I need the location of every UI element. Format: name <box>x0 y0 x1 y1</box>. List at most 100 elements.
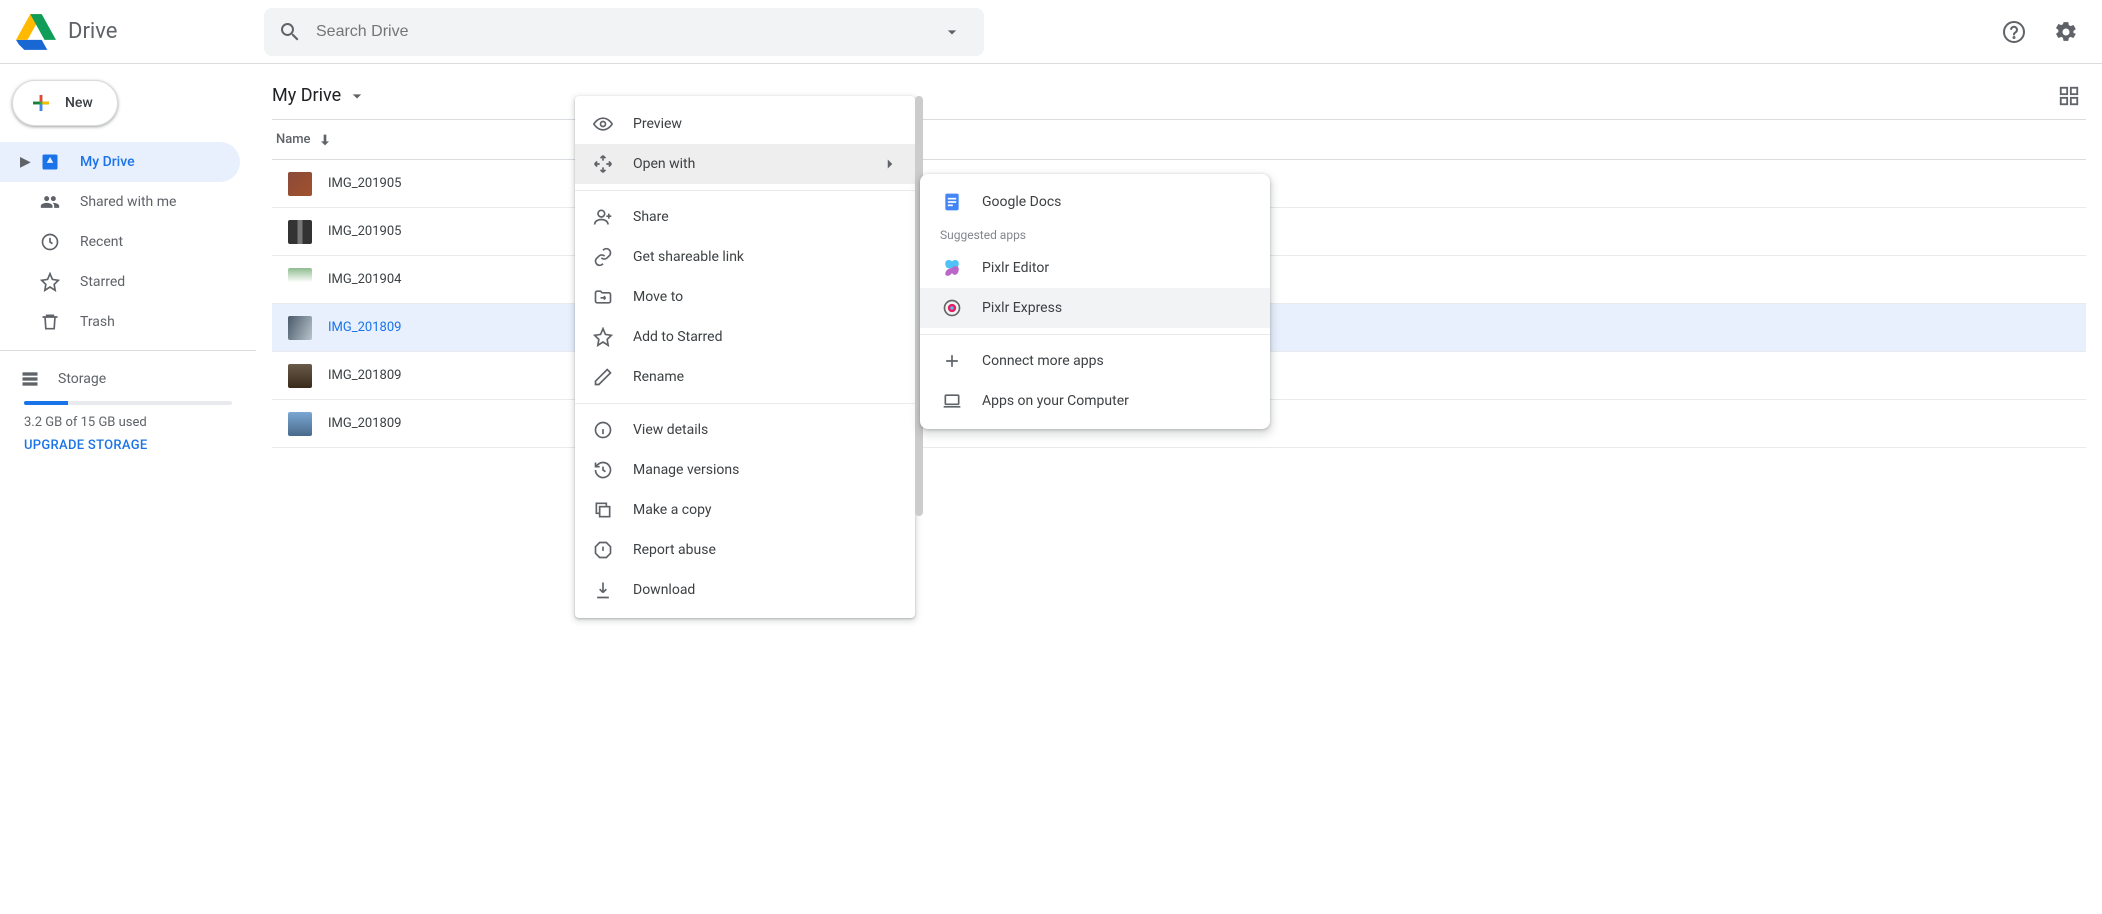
download-icon <box>591 580 615 600</box>
column-name-label: Name <box>276 132 311 147</box>
ctx-label: Download <box>633 582 695 598</box>
ctx-manage-versions[interactable]: Manage versions <box>575 450 915 490</box>
submenu-label: Apps on your Computer <box>982 393 1129 409</box>
storage-fill <box>24 401 68 405</box>
ctx-report-abuse[interactable]: Report abuse <box>575 530 915 570</box>
breadcrumb-bar: My Drive <box>272 72 2086 120</box>
ctx-move-to[interactable]: Move to <box>575 277 915 317</box>
trash-icon <box>38 312 62 332</box>
sidebar-item-shared[interactable]: Shared with me <box>0 182 240 222</box>
sidebar: New ▶ My Drive Shared with me Recent <box>0 64 256 914</box>
ctx-make-copy[interactable]: Make a copy <box>575 490 915 530</box>
ctx-label: Make a copy <box>633 502 712 518</box>
sidebar-item-starred[interactable]: Starred <box>0 262 240 302</box>
clock-icon <box>38 232 62 252</box>
app-header: Drive <box>0 0 2102 64</box>
star-icon <box>591 327 615 347</box>
context-menu: Preview Open with Share Get shareable li… <box>575 96 915 618</box>
breadcrumb[interactable]: My Drive <box>272 85 367 106</box>
breadcrumb-label: My Drive <box>272 85 341 106</box>
ctx-label: Move to <box>633 289 683 305</box>
info-icon <box>591 420 615 440</box>
submenu-connect-apps[interactable]: Connect more apps <box>920 341 1270 381</box>
storage-section: Storage 3.2 GB of 15 GB used UPGRADE STO… <box>0 359 256 453</box>
storage-bar <box>24 401 232 405</box>
sidebar-item-my-drive[interactable]: ▶ My Drive <box>0 142 240 182</box>
submenu-label: Pixlr Express <box>982 300 1062 316</box>
ctx-shareable-link[interactable]: Get shareable link <box>575 237 915 277</box>
sidebar-item-trash[interactable]: Trash <box>0 302 240 342</box>
grid-view-button[interactable] <box>2052 79 2086 113</box>
new-button-label: New <box>65 95 93 111</box>
ctx-label: Add to Starred <box>633 329 722 345</box>
storage-label: Storage <box>58 371 106 387</box>
logo-area[interactable]: Drive <box>16 12 256 52</box>
submenu-google-docs[interactable]: Google Docs <box>920 182 1270 222</box>
plus-icon <box>940 351 964 371</box>
sidebar-item-label: Trash <box>80 314 115 330</box>
pixlr-express-icon <box>940 298 964 318</box>
submenu-apps-computer[interactable]: Apps on your Computer <box>920 381 1270 421</box>
upgrade-storage-link[interactable]: UPGRADE STORAGE <box>24 438 232 453</box>
submenu-label: Pixlr Editor <box>982 260 1049 276</box>
dropdown-icon <box>347 86 367 106</box>
folder-move-icon <box>591 287 615 307</box>
storage-icon <box>20 369 40 389</box>
search-filter-dropdown-icon[interactable] <box>934 14 970 50</box>
copy-icon <box>591 500 615 520</box>
ctx-label: Preview <box>633 116 682 132</box>
sidebar-item-label: Recent <box>80 234 123 250</box>
butterfly-icon <box>940 258 964 278</box>
storage-used-text: 3.2 GB of 15 GB used <box>24 415 232 430</box>
file-list-header: Name <box>272 120 2086 160</box>
open-with-icon <box>591 154 615 174</box>
pencil-icon <box>591 367 615 387</box>
search-icon <box>278 20 302 44</box>
ctx-add-starred[interactable]: Add to Starred <box>575 317 915 357</box>
file-thumbnail <box>288 220 312 244</box>
submenu-label: Connect more apps <box>982 353 1104 369</box>
ctx-download[interactable]: Download <box>575 570 915 610</box>
docs-icon <box>940 192 964 212</box>
help-button[interactable] <box>1994 12 2034 52</box>
submenu-pixlr-editor[interactable]: Pixlr Editor <box>920 248 1270 288</box>
ctx-rename[interactable]: Rename <box>575 357 915 397</box>
ctx-label: Open with <box>633 156 695 172</box>
my-drive-icon <box>38 152 62 172</box>
ctx-share[interactable]: Share <box>575 197 915 237</box>
file-thumbnail <box>288 316 312 340</box>
file-thumbnail <box>288 364 312 388</box>
expand-icon[interactable]: ▶ <box>20 154 32 170</box>
ctx-label: View details <box>633 422 708 438</box>
ctx-preview[interactable]: Preview <box>575 104 915 144</box>
sidebar-item-label: Shared with me <box>80 194 176 210</box>
eye-icon <box>591 114 615 134</box>
open-with-submenu: Google Docs Suggested apps Pixlr Editor … <box>920 174 1270 429</box>
settings-button[interactable] <box>2046 12 2086 52</box>
sidebar-item-recent[interactable]: Recent <box>0 222 240 262</box>
suggested-apps-label: Suggested apps <box>920 222 1270 248</box>
header-actions <box>1954 12 2086 52</box>
ctx-view-details[interactable]: View details <box>575 410 915 450</box>
ctx-label: Report abuse <box>633 542 716 558</box>
ctx-label: Rename <box>633 369 684 385</box>
ctx-label: Get shareable link <box>633 249 744 265</box>
sidebar-item-label: My Drive <box>80 154 135 170</box>
drive-logo-icon <box>16 12 56 52</box>
shared-icon <box>38 192 62 212</box>
file-thumbnail <box>288 412 312 436</box>
submenu-pixlr-express[interactable]: Pixlr Express <box>920 288 1270 328</box>
ctx-open-with[interactable]: Open with <box>575 144 915 184</box>
new-button[interactable]: New <box>12 80 118 126</box>
star-icon <box>38 272 62 292</box>
chevron-right-icon <box>881 155 899 173</box>
ctx-label: Manage versions <box>633 462 739 478</box>
file-thumbnail <box>288 268 312 292</box>
ctx-label: Share <box>633 209 669 225</box>
sidebar-item-label: Starred <box>80 274 125 290</box>
search-bar[interactable] <box>264 8 984 56</box>
report-icon <box>591 540 615 560</box>
search-input[interactable] <box>316 23 934 41</box>
sort-arrow-icon <box>317 132 333 148</box>
history-icon <box>591 460 615 480</box>
